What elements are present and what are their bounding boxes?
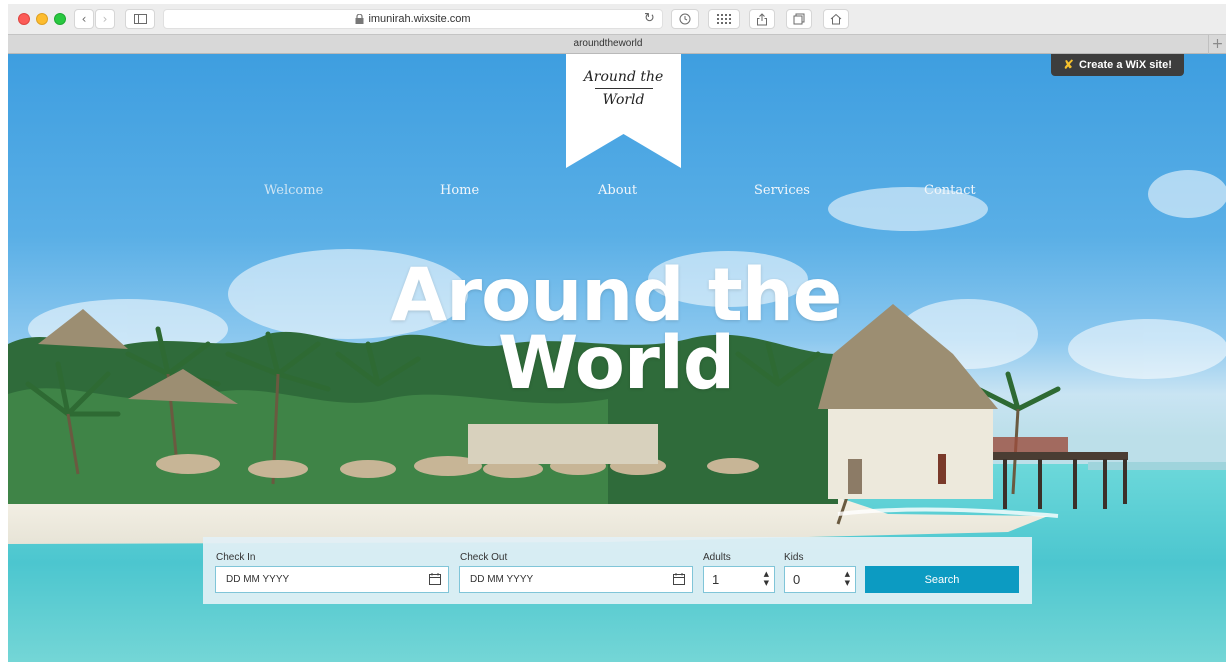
adults-value: 1 — [712, 572, 720, 587]
kids-label: Kids — [784, 552, 804, 563]
tabs-overview-button[interactable] — [786, 9, 812, 29]
nav-item-services[interactable]: Services — [754, 183, 810, 198]
address-bar[interactable]: imunirah.wixsite.com — [163, 9, 663, 29]
stepper-arrows-icon[interactable]: ▲ ▼ — [764, 570, 769, 588]
tab-bar: aroundtheworld + — [8, 34, 1226, 54]
booking-form: Check In DD MM YYYY Check Out DD MM YYYY… — [203, 537, 1032, 604]
logo-divider — [594, 88, 653, 89]
create-wix-site-badge[interactable]: ✘ Create a WiX site! — [1051, 54, 1184, 76]
check-out-placeholder: DD MM YYYY — [470, 574, 534, 585]
forward-button[interactable]: › — [95, 9, 115, 29]
logo-line2: World — [602, 92, 645, 108]
reload-icon[interactable]: ↻ — [644, 11, 655, 26]
calendar-icon[interactable] — [429, 573, 441, 585]
tabs-icon — [793, 13, 805, 25]
share-icon — [757, 12, 767, 25]
main-nav: Welcome Home About Services Contact — [8, 183, 1226, 203]
check-in-field[interactable]: DD MM YYYY — [215, 566, 449, 593]
stepper-arrows-icon[interactable]: ▲ ▼ — [845, 570, 850, 588]
hero-title: Around the World — [366, 253, 866, 406]
nav-item-contact[interactable]: Contact — [924, 183, 976, 198]
check-out-field[interactable]: DD MM YYYY — [459, 566, 693, 593]
hero-title-line1: Around the — [390, 253, 843, 338]
home-icon — [830, 13, 842, 25]
kids-value: 0 — [793, 572, 801, 587]
hero-title-line2: World — [497, 321, 735, 406]
address-url: imunirah.wixsite.com — [368, 13, 471, 25]
adults-label: Adults — [703, 552, 731, 563]
nav-item-home[interactable]: Home — [440, 183, 479, 198]
wix-x-icon: ✘ — [1063, 57, 1075, 73]
top-sites-button[interactable] — [708, 9, 740, 29]
history-button[interactable] — [671, 9, 699, 29]
chevron-left-icon: ‹ — [81, 12, 87, 26]
clock-icon — [679, 13, 691, 25]
nav-item-welcome[interactable]: Welcome — [264, 183, 323, 198]
nav-item-about[interactable]: About — [598, 183, 637, 198]
wix-badge-label: Create a WiX site! — [1079, 59, 1172, 71]
adults-stepper[interactable]: 1 ▲ ▼ — [703, 566, 775, 593]
browser-toolbar: ‹ › imunirah.wixsite.com ↻ — [8, 4, 1226, 34]
zoom-window-button[interactable] — [54, 13, 66, 25]
close-window-button[interactable] — [18, 13, 30, 25]
search-button[interactable]: Search — [865, 566, 1019, 593]
site-logo[interactable]: Around the World — [566, 66, 681, 111]
logo-line1: Around the — [583, 69, 664, 85]
kids-stepper[interactable]: 0 ▲ ▼ — [784, 566, 856, 593]
home-button[interactable] — [823, 9, 849, 29]
tab-active[interactable]: aroundtheworld — [8, 38, 1208, 49]
sidebar-icon — [133, 14, 147, 24]
hero-section: Around the World ✘ Create a WiX site! We… — [8, 54, 1226, 662]
grid-icon — [717, 14, 731, 24]
chevron-right-icon: › — [102, 12, 108, 26]
calendar-icon[interactable] — [673, 573, 685, 585]
check-in-placeholder: DD MM YYYY — [226, 574, 290, 585]
share-button[interactable] — [749, 9, 775, 29]
lock-icon — [355, 14, 364, 24]
check-in-label: Check In — [216, 552, 256, 563]
back-button[interactable]: ‹ — [74, 9, 94, 29]
minimize-window-button[interactable] — [36, 13, 48, 25]
check-out-label: Check Out — [460, 552, 508, 563]
sidebar-toggle-button[interactable] — [125, 9, 155, 29]
new-tab-button[interactable]: + — [1208, 35, 1226, 54]
